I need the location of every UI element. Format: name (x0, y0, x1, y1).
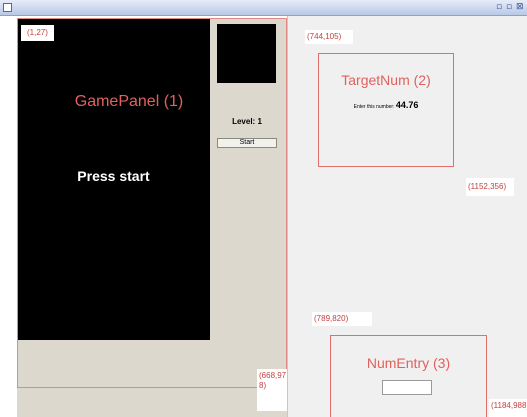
target-num-label: TargetNum (2) (341, 72, 431, 88)
coord-label-entry-topleft: (789,820) (312, 312, 373, 326)
target-preview (217, 24, 276, 83)
num-entry-box: NumEntry (3) (330, 335, 487, 417)
maximize-icon[interactable]: ▫ (506, 2, 512, 12)
press-start-text: Press start (77, 168, 150, 184)
close-icon[interactable]: ⊠ (516, 2, 524, 12)
start-button[interactable]: Start (217, 138, 277, 148)
num-entry-label: NumEntry (3) (366, 355, 451, 371)
number-entry-input[interactable] (382, 380, 432, 395)
window-title-bar: ▫ ▫ ⊠ (0, 0, 527, 16)
lower-strip (17, 340, 287, 417)
coord-label-game-topleft: (1,27) (21, 25, 54, 41)
coord-label-target-topleft: (744,105) (305, 30, 354, 44)
target-number-value: 44.76 (395, 100, 419, 110)
control-column: Level: 1 Start (210, 18, 287, 340)
coord-label-game-bottomright: (668,97 8) (257, 369, 287, 411)
minimize-icon[interactable]: ▫ (496, 2, 502, 12)
game-panel[interactable]: Press start (17, 18, 210, 340)
target-prompt-text: Enter this number: (353, 104, 395, 110)
game-panel-label: GamePanel (1) (74, 93, 184, 110)
coord-label-entry-bottomright: (1184,988) (489, 399, 527, 417)
target-num-box: TargetNum (2) Enter this number: 44.76 (318, 53, 454, 167)
coord-label-target-bottomright: (1152,356) (466, 178, 515, 196)
target-prompt-row: Enter this number: 44.76 (319, 100, 453, 110)
window-menu-icon[interactable] (3, 3, 12, 12)
level-label: Level: 1 (232, 117, 262, 126)
